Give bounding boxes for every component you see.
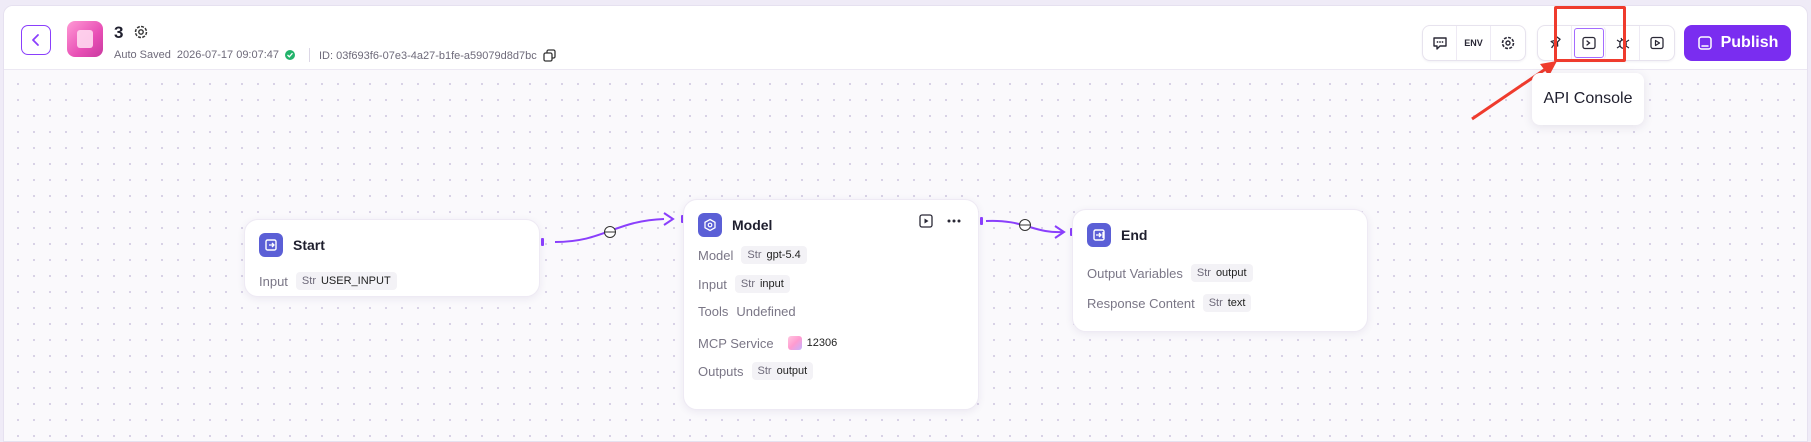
model-output-port[interactable] (980, 217, 983, 225)
editor-header: 3 Auto Saved 2026-07-17 09:07:47 ID: 03f… (4, 6, 1807, 70)
mcp-label: MCP Service (698, 335, 774, 351)
publish-button[interactable]: Publish (1684, 25, 1791, 61)
start-node-header: Start (259, 233, 325, 257)
input-label: Input (698, 276, 727, 292)
env-button[interactable]: ENV (1457, 26, 1491, 60)
annotation-highlight-box (1554, 6, 1626, 62)
end-response-content-row: Response Content Str text (1087, 294, 1252, 312)
api-console-tooltip: API Console (1532, 73, 1644, 125)
response-content-value: text (1227, 297, 1246, 309)
variable-name: USER_INPUT (320, 275, 391, 287)
autosave-status: Auto Saved 2026-07-17 09:07:47 (114, 49, 296, 61)
start-icon (259, 233, 283, 257)
start-input-row: Input Str USER_INPUT (259, 272, 397, 290)
outputs-label: Outputs (698, 363, 744, 379)
input-value: input (759, 278, 784, 290)
model-node[interactable]: Model Model Str gpt-5.4 Input Str input (683, 199, 979, 410)
gear-icon (1501, 36, 1515, 50)
chevron-left-icon (32, 34, 39, 46)
type-label: Str (301, 275, 316, 287)
mcp-value: 12306 (806, 337, 838, 349)
more-icon[interactable] (946, 213, 962, 229)
output-variables-tag: Str output (1190, 264, 1253, 282)
play-icon[interactable] (918, 213, 934, 229)
model-mcp-row: MCP Service 12306 (698, 333, 843, 353)
workflow-id: ID: 03f693f6-07e3-4a27-b1fe-a59079d8d7bc (319, 49, 556, 62)
model-node-actions (918, 213, 962, 229)
toolbar-group-primary: ENV (1422, 25, 1526, 61)
model-node-header: Model (698, 213, 772, 237)
type-label: Str (1208, 297, 1223, 309)
model-tools-row: Tools Undefined (698, 304, 796, 319)
outputs-value: output (776, 365, 808, 377)
gear-icon[interactable] (132, 23, 150, 41)
tools-value: Undefined (736, 304, 796, 319)
play-icon (1650, 36, 1664, 50)
chat-icon (1432, 37, 1447, 50)
model-input-row: Input Str input (698, 275, 790, 293)
end-node[interactable]: End Output Variables Str output Response… (1072, 209, 1368, 332)
divider (309, 48, 310, 62)
mcp-service-icon (787, 336, 802, 350)
start-input-tag: Str USER_INPUT (295, 272, 397, 290)
model-label: Model (698, 247, 734, 263)
settings-button[interactable] (1491, 26, 1525, 60)
start-node-title: Start (293, 237, 325, 253)
type-label: Str (757, 365, 772, 377)
type-label: Str (740, 278, 755, 290)
back-button[interactable] (21, 25, 51, 55)
env-label: ENV (1464, 38, 1483, 48)
response-content-label: Response Content (1087, 295, 1195, 311)
model-outputs-row: Outputs Str output (698, 362, 814, 380)
workflow-id-text: ID: 03f693f6-07e3-4a27-b1fe-a59079d8d7bc (319, 49, 537, 62)
end-icon (1087, 223, 1111, 247)
start-node[interactable]: Start Input Str USER_INPUT (244, 219, 540, 297)
publish-label: Publish (1720, 34, 1779, 51)
response-content-tag: Str text (1202, 294, 1252, 312)
start-output-port[interactable] (541, 238, 544, 246)
run-button[interactable] (1640, 26, 1674, 60)
model-model-row: Model Str gpt-5.4 (698, 246, 807, 264)
publish-icon (1697, 36, 1712, 50)
type-label: Str (747, 249, 762, 261)
model-icon (698, 213, 722, 237)
end-node-title: End (1121, 227, 1148, 243)
end-node-header: End (1087, 223, 1147, 247)
app-name: 3 (114, 23, 124, 42)
input-value-tag: Str input (734, 275, 790, 293)
autosave-label: Auto Saved (114, 49, 171, 61)
model-node-title: Model (732, 217, 773, 233)
workflow-editor: 3 Auto Saved 2026-07-17 09:07:47 ID: 03f… (3, 5, 1808, 442)
model-value: gpt-5.4 (766, 249, 801, 261)
copy-icon[interactable] (543, 49, 556, 62)
tools-label: Tools (698, 304, 729, 319)
start-input-label: Input (259, 273, 288, 289)
output-variables-label: Output Variables (1087, 265, 1183, 281)
type-label: Str (1196, 267, 1211, 279)
chat-preview-button[interactable] (1423, 26, 1457, 60)
check-icon (285, 50, 296, 60)
end-output-variables-row: Output Variables Str output (1087, 264, 1253, 282)
mcp-value-tag: 12306 (782, 333, 844, 353)
outputs-value-tag: Str output (751, 362, 814, 380)
output-variables-value: output (1215, 267, 1247, 279)
app-icon (67, 21, 103, 57)
autosave-time: 2026-07-17 09:07:47 (176, 49, 280, 61)
model-value-tag: Str gpt-5.4 (741, 246, 807, 264)
